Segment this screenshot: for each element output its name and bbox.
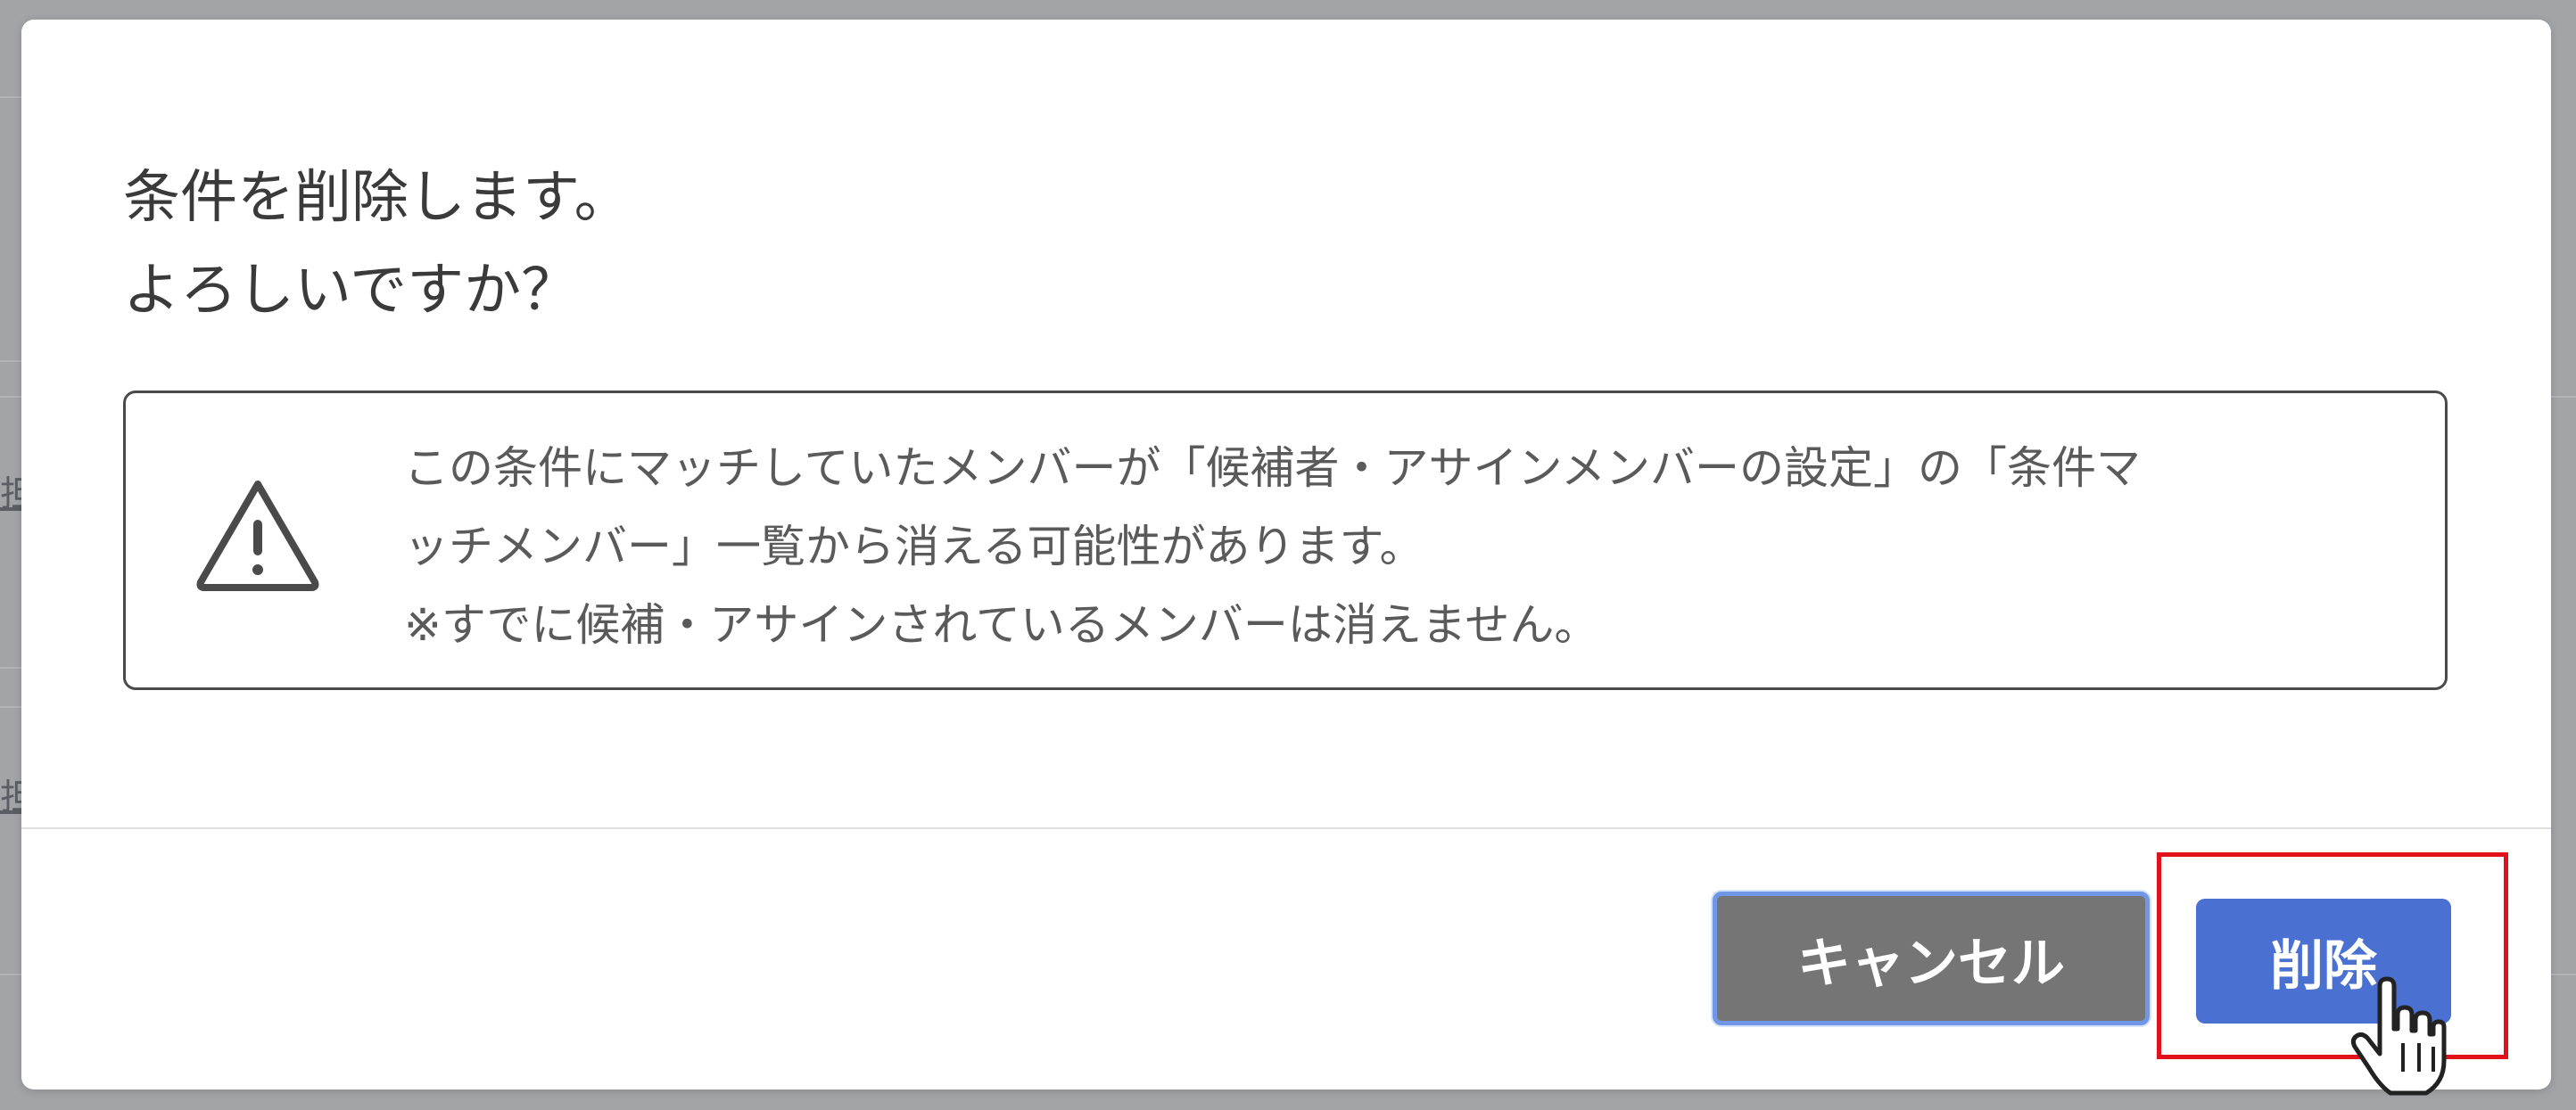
warning-notice-box: この条件にマッチしていたメンバーが「候補者・アサインメンバーの設定」の「条件マ … xyxy=(123,391,2448,690)
dialog-message-line-1: 条件を削除します。 xyxy=(123,165,632,231)
background-divider xyxy=(0,396,21,398)
background-divider xyxy=(2551,974,2576,975)
notice-line-2: ッチメンバー」一覧から消える可能性があります。 xyxy=(404,521,1424,572)
cancel-button[interactable]: キャンセル xyxy=(1713,892,2150,1025)
background-row-label: 担 xyxy=(0,779,21,815)
hand-pointer-icon xyxy=(2350,976,2447,1096)
delete-button-highlight xyxy=(2157,852,2508,1059)
warning-notice-text: この条件にマッチしていたメンバーが「候補者・アサインメンバーの設定」の「条件マ … xyxy=(404,429,2402,664)
background-divider xyxy=(0,667,21,669)
notice-line-3: ※すでに候補・アサインされているメンバーは消えません。 xyxy=(404,599,1599,651)
warning-triangle-icon xyxy=(196,481,319,591)
dialog-footer-divider xyxy=(21,827,2551,829)
notice-line-1: この条件にマッチしていたメンバーが「候補者・アサインメンバーの設定」の「条件マ xyxy=(404,442,2141,494)
background-divider xyxy=(0,706,21,708)
background-divider xyxy=(0,360,21,362)
background-divider xyxy=(0,974,21,975)
background-divider xyxy=(2551,396,2576,398)
dialog-message-line-2: よろしいですか？ xyxy=(123,258,579,324)
background-row-label: 担 xyxy=(0,476,21,512)
background-divider xyxy=(0,96,21,98)
